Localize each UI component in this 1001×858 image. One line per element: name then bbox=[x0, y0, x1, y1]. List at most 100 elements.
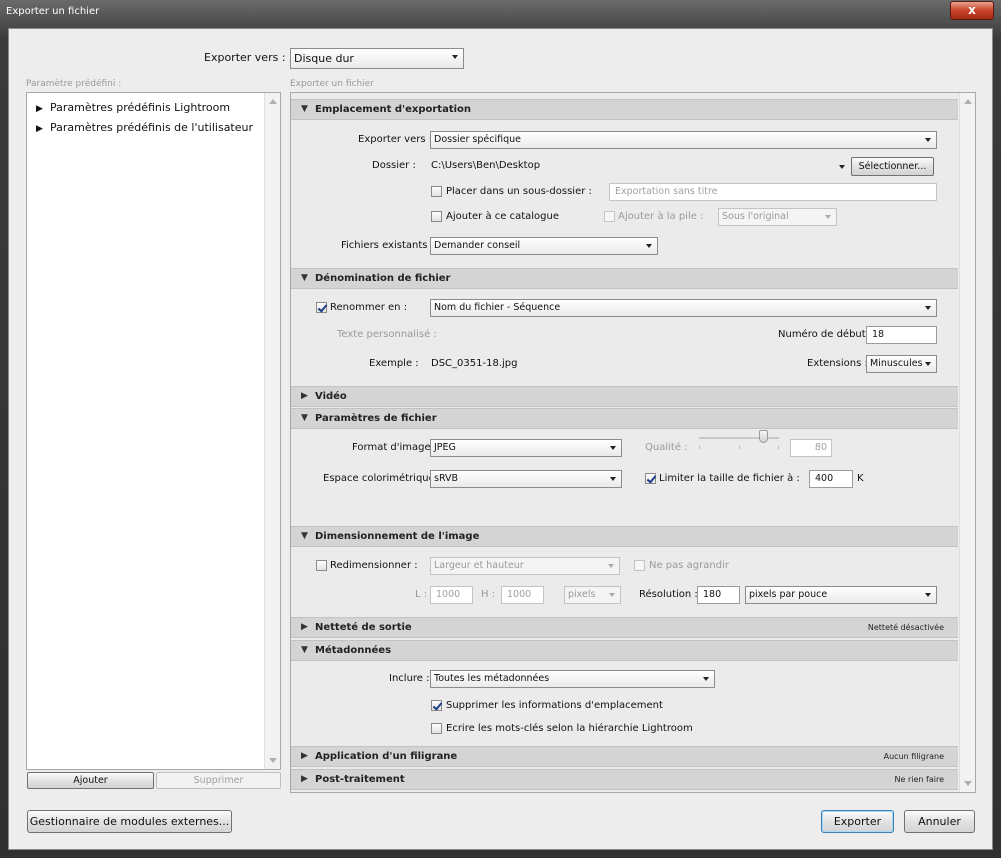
resize-mode-select[interactable]: Largeur et hauteur bbox=[430, 557, 620, 575]
no-enlarge-checkbox[interactable] bbox=[634, 560, 645, 571]
plugin-manager-button[interactable]: Gestionnaire de modules externes... bbox=[27, 810, 232, 833]
resize-label: Redimensionner : bbox=[330, 560, 418, 571]
section-title: Métadonnées bbox=[315, 645, 392, 656]
preset-list-scrollbar[interactable] bbox=[264, 93, 280, 769]
subfolder-checkbox[interactable] bbox=[431, 186, 442, 197]
chevron-down-icon bbox=[646, 244, 652, 248]
scroll-up-icon[interactable] bbox=[964, 99, 972, 104]
collapse-arrow-icon: ▼ bbox=[301, 531, 308, 541]
section-post-processing[interactable]: ▶ Post-traitement Ne rien faire bbox=[291, 769, 958, 790]
expand-arrow-icon: ▶ bbox=[301, 751, 308, 761]
resolution-input[interactable]: 180 bbox=[697, 586, 740, 604]
include-label: Inclure : bbox=[389, 673, 430, 684]
choose-folder-button[interactable]: Sélectionner... bbox=[851, 157, 934, 176]
settings-scrollbar[interactable] bbox=[959, 93, 975, 792]
start-number-input[interactable]: 18 bbox=[866, 326, 937, 344]
section-video[interactable]: ▶ Vidéo bbox=[291, 386, 958, 407]
subfolder-label: Placer dans un sous-dossier : bbox=[446, 186, 592, 197]
keyword-hierarchy-checkbox[interactable] bbox=[431, 723, 442, 734]
section-output-sharpening[interactable]: ▶ Netteté de sortie Netteté désactivée bbox=[291, 617, 958, 638]
chevron-down-icon bbox=[925, 306, 931, 310]
section-file-naming[interactable]: ▼ Dénomination de fichier bbox=[291, 268, 958, 289]
include-metadata-value: Toutes les métadonnées bbox=[434, 673, 550, 684]
export-settings-panel: ▼ Emplacement d'exportation Exporter vers… bbox=[290, 92, 976, 793]
rename-template-select[interactable]: Nom du fichier - Séquence bbox=[430, 299, 937, 317]
section-export-location[interactable]: ▼ Emplacement d'exportation bbox=[291, 99, 958, 120]
limit-size-input[interactable]: 400 bbox=[809, 470, 853, 488]
chevron-down-icon bbox=[703, 677, 709, 681]
section-title: Emplacement d'exportation bbox=[315, 104, 472, 115]
subfolder-input[interactable]: Exportation sans titre bbox=[609, 183, 937, 201]
add-stack-checkbox[interactable] bbox=[604, 211, 615, 222]
collapse-arrow-icon: ▼ bbox=[301, 273, 308, 283]
preset-item-lightroom[interactable]: ▶ Paramètres prédéfinis Lightroom bbox=[36, 101, 230, 114]
height-label: H : bbox=[481, 589, 496, 600]
color-space-select[interactable]: sRVB bbox=[430, 470, 622, 488]
section-metadata[interactable]: ▼ Métadonnées bbox=[291, 640, 958, 661]
add-preset-button[interactable]: Ajouter bbox=[27, 772, 154, 789]
stack-select[interactable]: Sous l'original bbox=[718, 208, 837, 226]
section-file-settings[interactable]: ▼ Paramètres de fichier bbox=[291, 408, 958, 429]
section-title: Post-traitement bbox=[315, 774, 405, 785]
width-input[interactable]: 1000 bbox=[430, 586, 473, 604]
scroll-up-icon[interactable] bbox=[269, 99, 277, 104]
section-status: Netteté désactivée bbox=[867, 623, 944, 632]
location-export-to-select[interactable]: Dossier spécifique bbox=[430, 131, 937, 149]
slider-tick bbox=[699, 446, 700, 449]
location-export-to-value: Dossier spécifique bbox=[434, 134, 522, 145]
existing-files-value: Demander conseil bbox=[434, 240, 521, 251]
image-format-label: Format d'image : bbox=[352, 442, 438, 453]
height-input[interactable]: 1000 bbox=[501, 586, 544, 604]
add-stack-label: Ajouter à la pile : bbox=[618, 211, 704, 222]
export-to-select[interactable]: Disque dur bbox=[290, 48, 464, 69]
image-format-select[interactable]: JPEG bbox=[430, 439, 622, 457]
folder-dropdown-icon[interactable] bbox=[839, 165, 845, 169]
slider-tick bbox=[778, 446, 779, 449]
preset-item-label: Paramètres prédéfinis de l'utilisateur bbox=[50, 121, 254, 134]
expand-arrow-icon: ▶ bbox=[301, 774, 308, 784]
preset-list[interactable]: ▶ Paramètres prédéfinis Lightroom ▶ Paramè… bbox=[26, 92, 281, 770]
quality-slider-thumb[interactable] bbox=[758, 430, 768, 443]
close-button[interactable]: x bbox=[950, 1, 994, 20]
chevron-down-icon bbox=[609, 593, 615, 597]
keyword-hierarchy-label: Ecrire les mots-clés selon la hiérarchie… bbox=[446, 723, 693, 734]
scroll-down-icon[interactable] bbox=[269, 758, 277, 763]
location-export-to-label: Exporter vers : bbox=[358, 134, 433, 145]
remove-preset-button[interactable]: Supprimer bbox=[156, 772, 281, 789]
resize-mode-value: Largeur et hauteur bbox=[434, 560, 524, 571]
resize-checkbox[interactable] bbox=[316, 560, 327, 571]
quality-input[interactable]: 80 bbox=[790, 439, 832, 457]
size-unit-select[interactable]: pixels bbox=[564, 586, 621, 604]
existing-files-select[interactable]: Demander conseil bbox=[430, 237, 658, 255]
export-to-value: Disque dur bbox=[294, 52, 354, 65]
chevron-down-icon bbox=[925, 138, 931, 142]
remove-location-checkbox[interactable] bbox=[431, 700, 442, 711]
preset-header: Paramètre prédéfini : bbox=[26, 79, 122, 89]
extensions-select[interactable]: Minuscules bbox=[866, 355, 937, 373]
example-label: Exemple : bbox=[369, 358, 419, 369]
preset-item-user[interactable]: ▶ Paramètres prédéfinis de l'utilisateur bbox=[36, 121, 253, 134]
slider-tick bbox=[739, 446, 740, 449]
width-label: L : bbox=[415, 589, 428, 600]
start-number-label: Numéro de début : bbox=[778, 329, 873, 340]
title-bar: Exporter un fichier x bbox=[0, 0, 1001, 28]
chevron-down-icon bbox=[825, 215, 831, 219]
folder-label: Dossier : bbox=[372, 160, 416, 171]
export-button[interactable]: Exporter bbox=[821, 810, 894, 833]
existing-files-label: Fichiers existants : bbox=[341, 240, 435, 251]
include-metadata-select[interactable]: Toutes les métadonnées bbox=[430, 670, 715, 688]
section-watermark[interactable]: ▶ Application d'un filigrane Aucun filigra… bbox=[291, 746, 958, 767]
resolution-unit-select[interactable]: pixels par pouce bbox=[745, 586, 937, 604]
size-unit-value: pixels bbox=[568, 589, 596, 600]
quality-label: Qualité : bbox=[645, 442, 688, 453]
expand-arrow-icon: ▶ bbox=[36, 124, 43, 134]
cancel-button[interactable]: Annuler bbox=[904, 810, 975, 833]
section-image-sizing[interactable]: ▼ Dimensionnement de l'image bbox=[291, 526, 958, 547]
export-panel-header: Exporter un fichier bbox=[290, 79, 374, 89]
rename-checkbox[interactable] bbox=[316, 302, 327, 313]
limit-size-checkbox[interactable] bbox=[645, 473, 656, 484]
add-catalog-checkbox[interactable] bbox=[431, 211, 442, 222]
scroll-down-icon[interactable] bbox=[964, 781, 972, 786]
extensions-label: Extensions : bbox=[807, 358, 868, 369]
expand-arrow-icon: ▶ bbox=[301, 622, 308, 632]
